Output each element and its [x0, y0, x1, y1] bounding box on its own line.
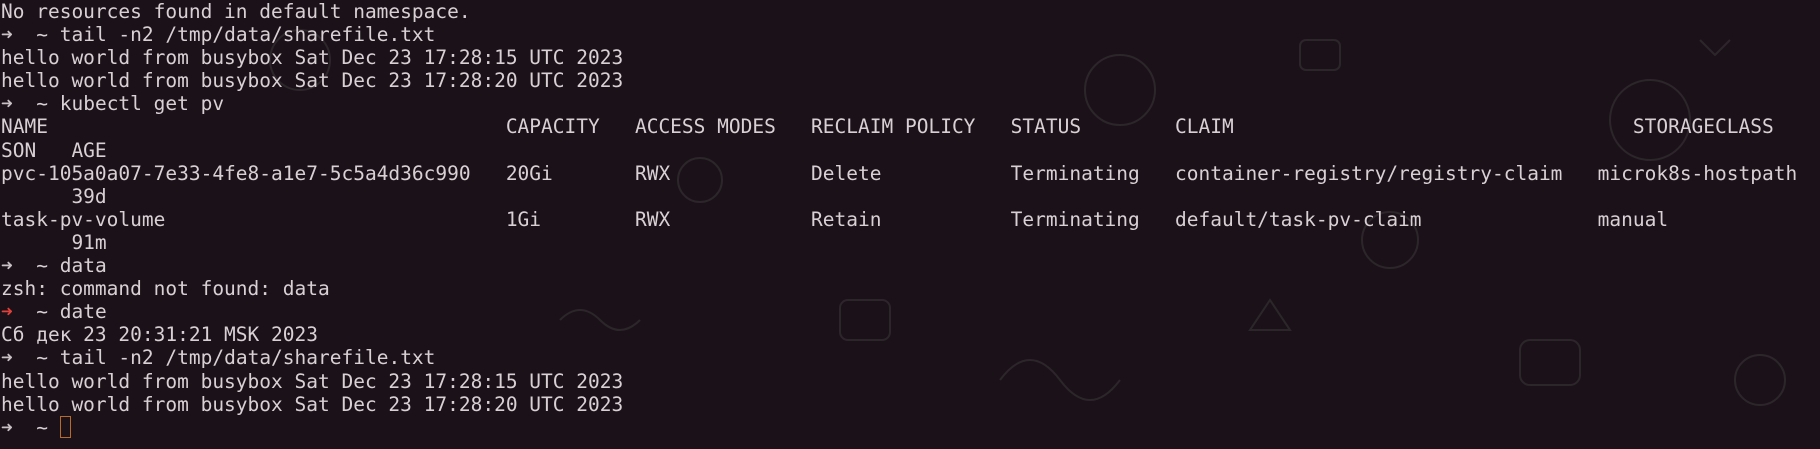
prompt-line: ➜ ~ kubectl get pv	[1, 92, 1797, 115]
output-line: zsh: command not found: data	[1, 277, 330, 301]
prompt-cwd: ~	[36, 415, 48, 439]
prompt-line: ➜ ~ tail -n2 /tmp/data/sharefile.txt	[1, 23, 1797, 46]
terminal-window[interactable]: No resources found in default namespace.…	[0, 0, 1820, 449]
output-line: task-pv-volume 1Gi RWX Retain Terminatin…	[1, 207, 1669, 231]
prompt-arrow-icon: ➜	[1, 300, 13, 324]
output-line: hello world from busybox Sat Dec 23 17:2…	[1, 69, 624, 93]
terminal-output: No resources found in default namespace.…	[1, 0, 1797, 439]
output-line: 91m	[1, 230, 107, 254]
prompt-line: ➜ ~ date	[1, 300, 1797, 323]
prompt-line: ➜ ~	[1, 415, 1797, 439]
prompt-cwd: ~	[36, 300, 48, 324]
output-line: NAME CAPACITY ACCESS MODES RECLAIM POLIC…	[1, 115, 1774, 139]
output-line: pvc-105a0a07-7e33-4fe8-a1e7-5c5a4d36c990…	[1, 161, 1798, 185]
prompt-command: tail -n2 /tmp/data/sharefile.txt	[59, 346, 436, 370]
output-line: SON AGE	[1, 138, 107, 162]
output-line: 39d	[1, 184, 107, 208]
prompt-arrow-icon: ➜	[1, 346, 13, 370]
prompt-cwd: ~	[36, 346, 48, 370]
prompt-line: ➜ ~ tail -n2 /tmp/data/sharefile.txt	[1, 346, 1797, 369]
prompt-arrow-icon: ➜	[1, 254, 13, 278]
prompt-command: date	[59, 300, 107, 324]
output-line: No resources found in default namespace.	[1, 0, 471, 23]
prompt-cwd: ~	[36, 92, 48, 116]
output-line: hello world from busybox Sat Dec 23 17:2…	[1, 369, 624, 393]
prompt-command: data	[59, 254, 107, 278]
prompt-cwd: ~	[36, 23, 48, 47]
output-line: hello world from busybox Sat Dec 23 17:2…	[1, 46, 624, 70]
text-cursor[interactable]	[59, 415, 71, 438]
prompt-arrow-icon: ➜	[1, 92, 13, 116]
prompt-cwd: ~	[36, 254, 48, 278]
prompt-command: kubectl get pv	[59, 92, 225, 116]
output-line: hello world from busybox Sat Dec 23 17:2…	[1, 392, 624, 416]
prompt-line: ➜ ~ data	[1, 254, 1797, 277]
prompt-command: tail -n2 /tmp/data/sharefile.txt	[59, 23, 436, 47]
prompt-arrow-icon: ➜	[1, 415, 13, 439]
output-line: Сб дек 23 20:31:21 MSK 2023	[1, 323, 318, 347]
prompt-arrow-icon: ➜	[1, 23, 13, 47]
